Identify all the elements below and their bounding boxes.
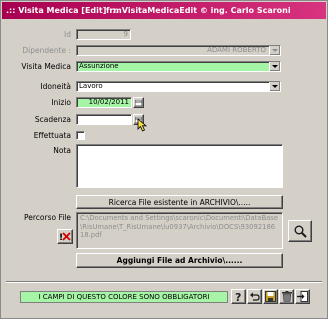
idoneita-label: Idoneità xyxy=(40,82,71,91)
id-field: 9 xyxy=(76,29,131,40)
chevron-down-icon[interactable] xyxy=(269,62,280,71)
window-title: .:: Visita Medica [Edit] ::. xyxy=(6,6,119,15)
scadenza-label: Scadenza xyxy=(34,115,71,124)
clear-path-button[interactable]: ! xyxy=(57,229,73,244)
inizio-label: Inizio xyxy=(51,98,71,107)
effettuata-checkbox[interactable] xyxy=(76,131,85,140)
help-button[interactable]: ? xyxy=(231,289,246,304)
clear-path-icon: ! xyxy=(59,232,71,242)
inizio-date-field[interactable]: 10/02/2011 xyxy=(76,97,132,108)
exit-button[interactable] xyxy=(295,289,310,304)
dipendente-label: Dipendente : xyxy=(22,46,71,55)
search-file-archive-label: Ricerca File esistente in ARCHIVIO\..... xyxy=(108,197,251,207)
visita-medica-value: Assunzione xyxy=(79,62,119,70)
inizio-calendar-button[interactable] xyxy=(133,97,144,108)
save-button[interactable] xyxy=(263,289,278,304)
required-fields-note: I CAMPI DI QUESTO COLORE SONO OBBLIGATOR… xyxy=(20,291,228,303)
question-icon: ? xyxy=(235,291,241,302)
visita-medica-window: .:: Visita Medica [Edit] ::. frmVisitaMe… xyxy=(0,0,328,319)
nota-textarea[interactable] xyxy=(76,144,283,188)
file-path-field: C:\Documents and Settings\scaronic\Docum… xyxy=(76,212,283,249)
idoneita-select[interactable]: Lavoro xyxy=(76,81,281,92)
idoneita-value: Lavoro xyxy=(79,82,103,90)
file-path-value: C:\Documents and Settings\scaronic\Docum… xyxy=(80,214,278,240)
trash-icon xyxy=(281,291,292,302)
window-subtitle: frmVisitaMedicaEdit © ing. Carlo Scaroni xyxy=(106,6,291,15)
scadenza-date-field[interactable] xyxy=(76,114,132,125)
browse-file-button[interactable] xyxy=(288,220,312,242)
nota-label: Nota xyxy=(53,146,71,155)
effettuata-label: Effettuata xyxy=(33,131,71,140)
chevron-down-icon[interactable] xyxy=(269,46,280,55)
title-bar[interactable]: .:: Visita Medica [Edit] ::. frmVisitaMe… xyxy=(2,2,326,19)
calendar-icon xyxy=(135,99,142,106)
inizio-value: 10/02/2011 xyxy=(88,98,129,106)
visita-medica-label: Visita Medica xyxy=(21,62,71,71)
svg-text:?: ? xyxy=(235,291,241,302)
required-fields-note-text: I CAMPI DI QUESTO COLORE SONO OBBLIGATOR… xyxy=(38,293,210,301)
search-file-archive-button[interactable]: Ricerca File esistente in ARCHIVIO\..... xyxy=(76,195,283,209)
path-label: Percorso File xyxy=(23,213,71,222)
visita-medica-select[interactable]: Assunzione xyxy=(76,61,281,72)
id-value: 9 xyxy=(123,30,128,38)
undo-button[interactable] xyxy=(247,289,262,304)
undo-icon xyxy=(250,292,260,301)
save-icon xyxy=(265,291,276,302)
dipendente-value: ADAMI ROBERTO xyxy=(207,46,266,54)
add-file-archive-label: Aggiungi File ad Archivio\...... xyxy=(116,256,243,265)
chevron-down-icon[interactable] xyxy=(269,82,280,91)
dipendente-select[interactable]: ADAMI ROBERTO xyxy=(76,45,281,56)
svg-text:!: ! xyxy=(59,233,63,242)
exit-door-icon xyxy=(297,291,308,302)
divider xyxy=(6,281,322,283)
mouse-cursor-icon xyxy=(137,118,148,132)
add-file-archive-button[interactable]: Aggiungi File ad Archivio\...... xyxy=(76,253,283,268)
magnifier-icon xyxy=(294,225,307,238)
id-label: Id xyxy=(64,30,71,39)
delete-button[interactable] xyxy=(279,289,294,304)
